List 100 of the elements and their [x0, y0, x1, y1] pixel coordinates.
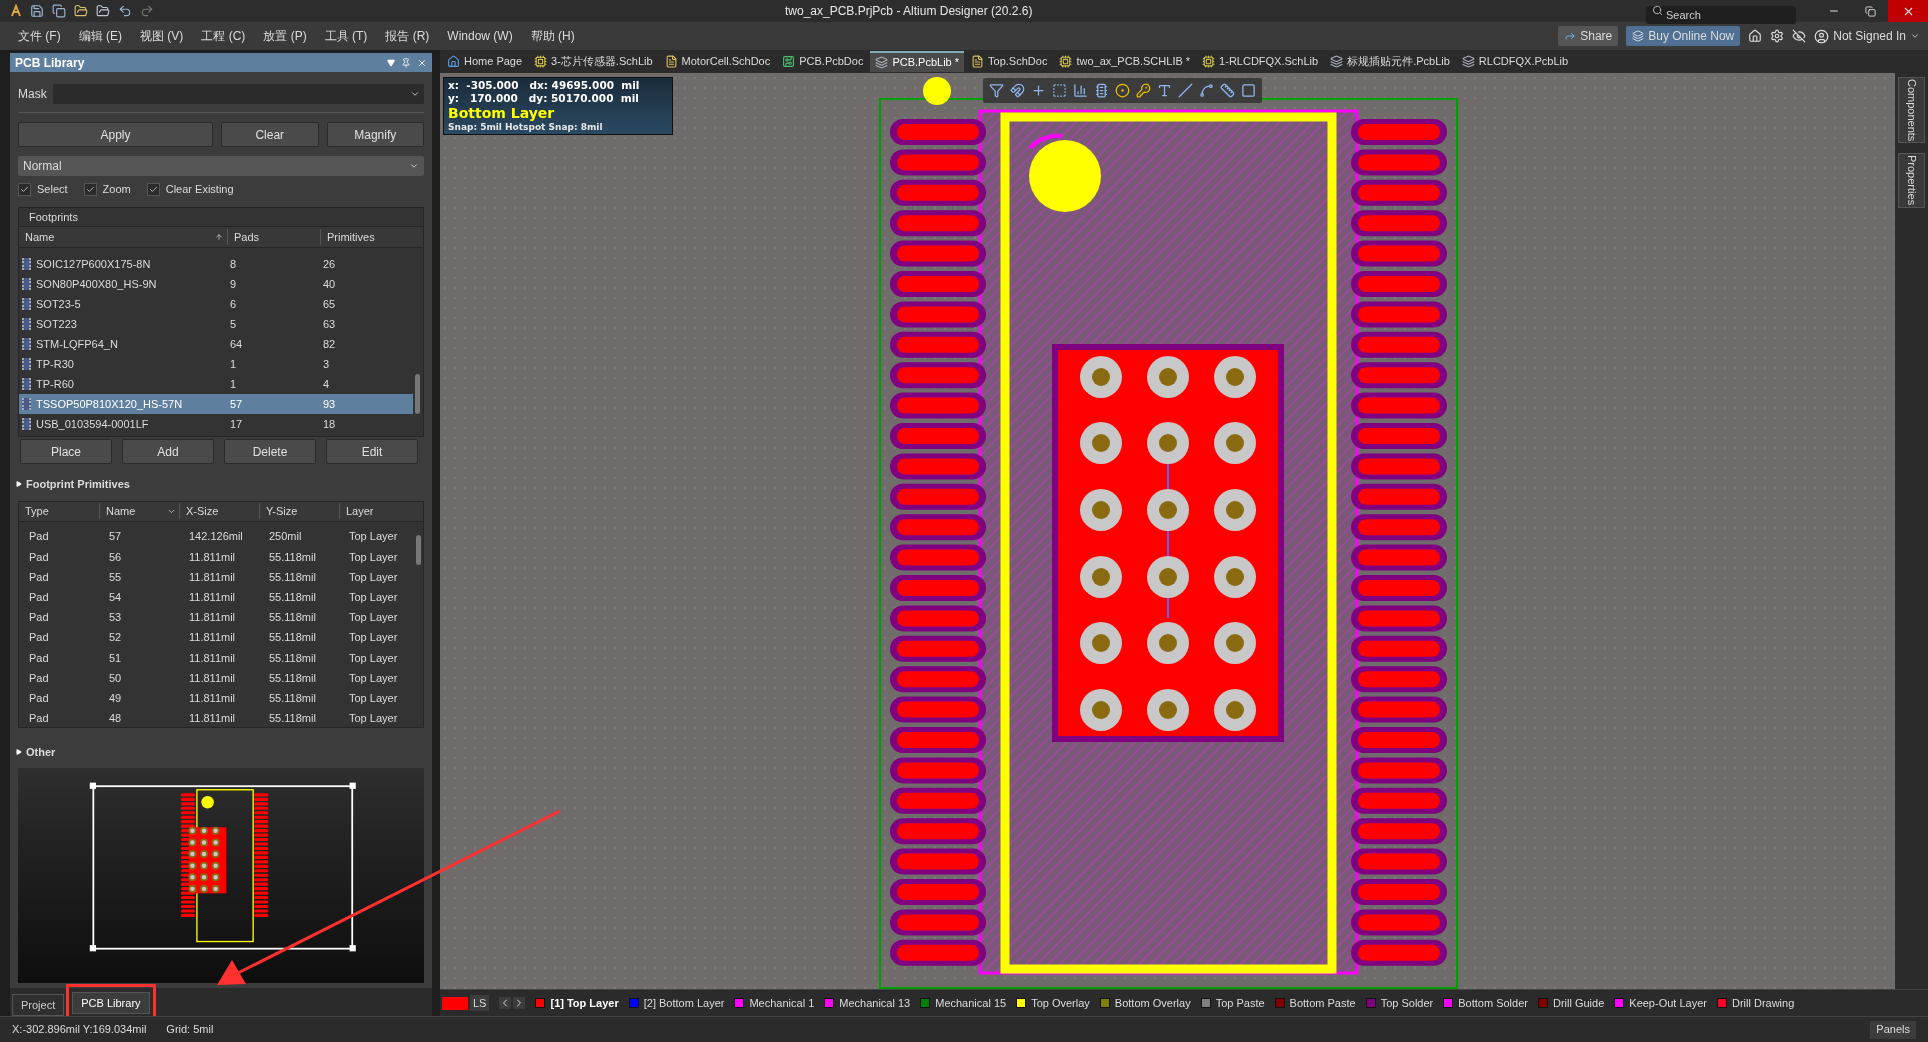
panel-button[interactable]: Magnify — [326, 122, 424, 148]
document-tab[interactable]: PCB.PcbLib * — [870, 51, 965, 72]
layer-tab[interactable]: Top Overlay — [1016, 994, 1090, 1012]
current-layer-swatch[interactable] — [442, 996, 468, 1010]
layer-tab[interactable]: Bottom Overlay — [1099, 994, 1191, 1012]
redo-icon[interactable] — [140, 4, 154, 18]
menu-item[interactable]: 报告 (R) — [377, 27, 438, 45]
document-tab[interactable]: MotorCell.SchDoc — [659, 51, 776, 72]
footprint-row[interactable]: SOIC127P600X175-8N 8 26 — [19, 254, 413, 275]
action-button[interactable]: Place — [20, 439, 112, 465]
panel-tab[interactable]: PCB Library — [72, 992, 150, 1014]
layer-tab[interactable]: Top Paste — [1200, 994, 1265, 1012]
action-button[interactable]: Edit — [326, 439, 418, 465]
footprint-row[interactable]: TSSOP50P810X120_HS-57N 57 93 — [19, 394, 413, 415]
menu-item[interactable]: 放置 (P) — [255, 27, 315, 45]
scroll-right-icon[interactable] — [513, 997, 526, 1009]
selection-icon[interactable] — [1052, 83, 1067, 98]
footprint-row[interactable]: TP-R30 1 3 — [19, 354, 413, 375]
home-icon[interactable] — [1748, 29, 1763, 43]
account-button[interactable]: Not Signed In — [1814, 27, 1920, 45]
document-tab[interactable]: PCB.PcbDoc — [777, 51, 869, 72]
layer-tab[interactable]: Bottom Solder — [1443, 994, 1528, 1012]
menu-item[interactable]: Window (W) — [439, 27, 521, 45]
line-icon[interactable] — [1178, 83, 1193, 98]
mode-dropdown[interactable]: Normal — [18, 156, 424, 176]
plus-icon[interactable] — [1031, 83, 1046, 98]
layer-tab[interactable]: Mechanical 1 — [734, 994, 815, 1012]
panel-tab[interactable]: Project — [12, 994, 65, 1016]
collapse-icon[interactable] — [16, 481, 22, 488]
action-button[interactable]: Add — [122, 439, 214, 465]
pcb-canvas[interactable]: x: -305.000 dx: 49695.000 mil y: 170.000 dy: 50170.000 mil Bottom Layer Snap: 5mil Hotspot Snap: 8mil — [440, 73, 1895, 989]
document-tab[interactable]: Top.SchDoc — [966, 51, 1053, 72]
layer-tab[interactable]: Mechanical 15 — [920, 994, 1007, 1012]
folder-icon[interactable] — [74, 4, 88, 18]
layer-tab[interactable]: [2] Bottom Layer — [628, 994, 725, 1012]
footprint-row[interactable]: TP-R60 1 4 — [19, 374, 413, 395]
column-header[interactable]: Y-Size — [259, 502, 339, 520]
document-tab[interactable]: 3-芯片传感器.SchLib — [529, 51, 658, 72]
collapse-icon[interactable] — [16, 748, 22, 755]
chip-icon[interactable] — [1094, 83, 1109, 98]
dropdown-icon[interactable] — [387, 58, 395, 67]
layer-tab[interactable]: [1] Top Layer — [535, 994, 619, 1012]
layer-set-button[interactable]: LS — [470, 994, 490, 1012]
menu-item[interactable]: 帮助 (H) — [522, 27, 583, 45]
column-header[interactable]: Name — [19, 228, 227, 246]
menu-item[interactable]: 工具 (T) — [316, 27, 376, 45]
footprint-row[interactable]: USB_0103594-0001LF 17 18 — [19, 414, 413, 435]
save-icon[interactable] — [30, 4, 44, 18]
pin-icon[interactable] — [401, 57, 411, 68]
checkbox[interactable] — [83, 183, 97, 197]
share-button[interactable]: Share — [1558, 26, 1619, 46]
menu-item[interactable]: 编辑 (E) — [70, 27, 130, 45]
column-header[interactable]: Pads — [227, 228, 320, 246]
menu-item[interactable]: 工程 (C) — [193, 27, 254, 45]
column-header[interactable]: Type — [19, 502, 99, 520]
column-header[interactable]: X-Size — [179, 502, 259, 520]
side-tab[interactable]: Components — [1898, 77, 1925, 144]
footprint-row[interactable]: SOT223 5 63 — [19, 314, 413, 335]
panels-button[interactable]: Panels — [1870, 1020, 1916, 1039]
action-button[interactable]: Delete — [224, 439, 316, 465]
magnet-icon[interactable] — [1010, 83, 1025, 98]
square-icon[interactable] — [1241, 83, 1256, 98]
layer-tab[interactable]: Bottom Paste — [1274, 994, 1356, 1012]
side-tab[interactable]: Properties — [1898, 153, 1925, 208]
menu-item[interactable]: 文件 (F) — [10, 27, 69, 45]
column-header[interactable]: Primitives — [320, 228, 412, 246]
key-icon[interactable] — [1136, 83, 1151, 98]
bar-chart-icon[interactable] — [1073, 83, 1088, 98]
checkbox[interactable] — [18, 183, 31, 197]
text-icon[interactable] — [1157, 83, 1172, 98]
panel-button[interactable]: Apply — [18, 122, 213, 148]
mask-field[interactable] — [52, 84, 424, 105]
panel-button[interactable]: Clear — [221, 122, 319, 148]
document-tab[interactable]: 标规插贴元件.PcbLib — [1325, 51, 1455, 72]
undo-icon[interactable] — [118, 4, 132, 18]
layer-tab[interactable]: Mechanical 13 — [824, 994, 911, 1012]
document-tab[interactable]: 1-RLCDFQX.SchLib — [1197, 51, 1324, 72]
filter-icon[interactable] — [989, 83, 1004, 98]
buy-online-button[interactable]: Buy Online Now — [1626, 26, 1741, 46]
menu-item[interactable]: 视图 (V) — [132, 27, 192, 45]
folder-icon[interactable] — [96, 4, 110, 18]
close-icon[interactable] — [417, 57, 427, 68]
eye-off-icon[interactable] — [1792, 29, 1807, 43]
document-tab[interactable]: Home Page — [442, 51, 528, 72]
layer-tab[interactable]: Drill Guide — [1537, 994, 1605, 1012]
ruler-icon[interactable] — [1220, 83, 1235, 98]
column-header[interactable]: Name — [99, 502, 179, 520]
footprint-row[interactable]: SOT23-5 6 65 — [19, 294, 413, 315]
footprint-row[interactable]: STM-LQFP64_N 64 82 — [19, 334, 413, 355]
checkbox[interactable] — [146, 183, 160, 197]
curve-icon[interactable] — [1199, 83, 1214, 98]
settings-icon[interactable] — [1770, 29, 1785, 43]
layer-tab[interactable]: Top Solder — [1365, 994, 1434, 1012]
document-tab[interactable]: two_ax_PCB.SCHLIB * — [1054, 51, 1196, 72]
document-tab[interactable]: RLCDFQX.PcbLib — [1456, 51, 1574, 72]
layer-tab[interactable]: Drill Drawing — [1716, 994, 1795, 1012]
search-field[interactable]: Search — [1646, 6, 1796, 24]
column-header[interactable]: Layer — [339, 502, 419, 520]
scroll-left-icon[interactable] — [499, 997, 512, 1009]
circle-icon[interactable] — [1115, 83, 1130, 98]
